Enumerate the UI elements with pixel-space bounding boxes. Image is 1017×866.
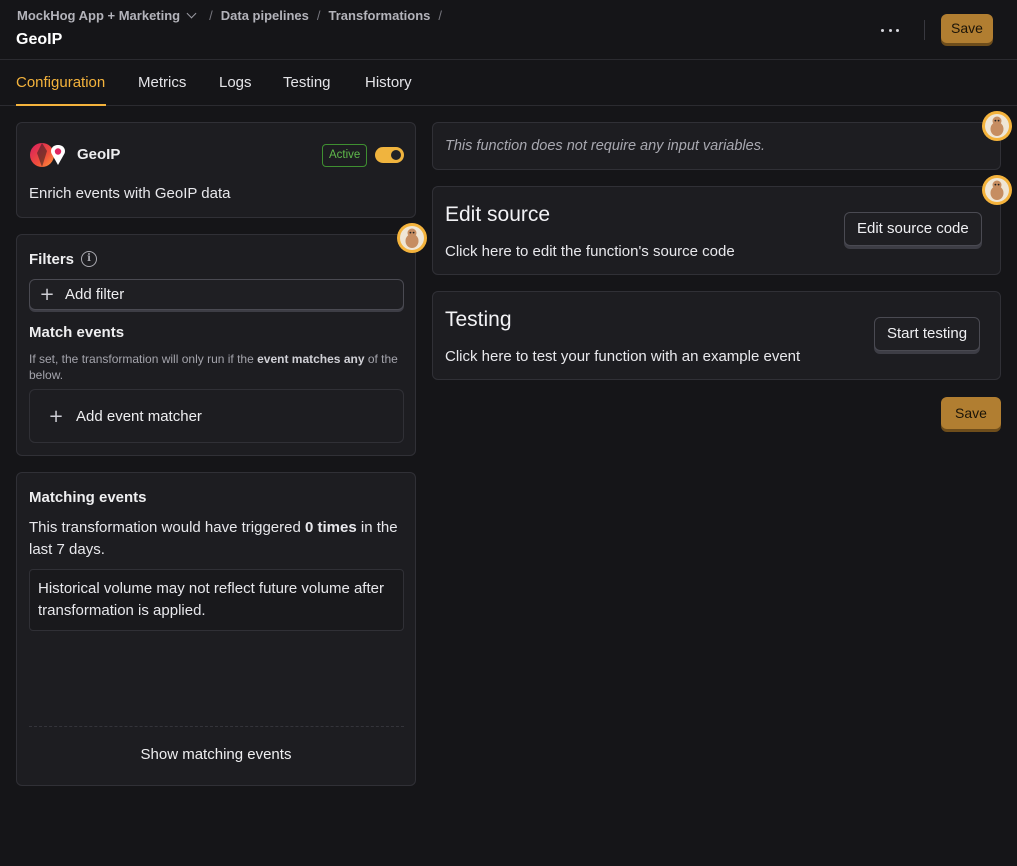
more-options-button[interactable]: [878, 20, 902, 40]
divider: [29, 726, 404, 727]
tab-history[interactable]: History: [365, 74, 412, 91]
active-tab-indicator: [16, 104, 106, 106]
hog-badge-icon[interactable]: [981, 174, 1013, 206]
hog-badge-icon[interactable]: [981, 110, 1013, 142]
testing-card: Testing Click here to test your function…: [432, 291, 1001, 380]
tab-configuration[interactable]: Configuration: [16, 74, 105, 91]
input-variables-card: This function does not require any input…: [432, 122, 1001, 170]
more-icon: [896, 28, 899, 32]
tab-bar: Configuration Metrics Logs Testing Histo…: [0, 60, 1017, 106]
more-icon: [881, 28, 884, 32]
breadcrumb-project-label: MockHog App + Marketing: [17, 8, 181, 23]
info-icon[interactable]: i: [81, 251, 97, 267]
edit-source-code-button[interactable]: Edit source code: [844, 212, 982, 246]
breadcrumb-separator: /: [438, 8, 442, 23]
breadcrumb-separator: /: [209, 8, 213, 23]
add-filter-button[interactable]: + Add filter: [29, 279, 404, 310]
save-button-bottom[interactable]: Save: [941, 397, 1001, 429]
tab-testing[interactable]: Testing: [283, 74, 331, 91]
testing-title: Testing: [445, 308, 512, 331]
app-info-card: GeoIP Active Enrich events with GeoIP da…: [16, 122, 416, 218]
breadcrumb-separator: /: [316, 8, 321, 23]
toggle-knob: [391, 150, 401, 160]
tab-metrics[interactable]: Metrics: [138, 74, 186, 91]
match-events-help: If set, the transformation will only run…: [29, 352, 398, 382]
matching-events-card: Matching events This transformation woul…: [16, 472, 416, 786]
app-description: Enrich events with GeoIP data: [29, 185, 231, 202]
header-divider: [924, 20, 925, 40]
start-testing-button[interactable]: Start testing: [874, 317, 981, 351]
plus-icon: +: [48, 405, 64, 427]
edit-source-title: Edit source: [445, 203, 551, 226]
breadcrumb-item-transformations[interactable]: Transformations: [329, 8, 431, 23]
app-name: GeoIP: [77, 146, 121, 163]
page-title: GeoIP: [16, 31, 63, 48]
historical-volume-note: Historical volume may not reflect future…: [29, 569, 404, 631]
status-badge: Active: [322, 144, 368, 167]
filters-title: Filters: [29, 251, 75, 268]
match-events-title: Match events: [29, 324, 125, 341]
no-input-variables-text: This function does not require any input…: [445, 138, 765, 154]
save-button[interactable]: Save: [941, 14, 993, 43]
matching-events-title: Matching events: [29, 489, 147, 506]
edit-source-card: Edit source Click here to edit the funct…: [432, 186, 1001, 275]
edit-source-subtitle: Click here to edit the function's source…: [445, 243, 735, 260]
add-event-matcher-button[interactable]: + Add event matcher: [29, 389, 404, 443]
hog-badge-icon[interactable]: [396, 222, 428, 254]
breadcrumb-project[interactable]: MockHog App + Marketing: [17, 8, 201, 23]
testing-subtitle: Click here to test your function with an…: [445, 348, 801, 365]
enable-toggle[interactable]: [375, 147, 404, 163]
tab-logs[interactable]: Logs: [219, 74, 252, 91]
chevron-down-icon: [186, 8, 197, 19]
geoip-logo: [30, 143, 65, 167]
show-matching-events-button[interactable]: Show matching events: [17, 746, 415, 763]
add-filter-label: Add filter: [65, 286, 125, 303]
breadcrumb: MockHog App + Marketing / Data pipelines…: [17, 8, 450, 23]
matching-events-text: This transformation would have triggered…: [29, 519, 398, 558]
more-icon: [888, 28, 892, 32]
top-bar: MockHog App + Marketing / Data pipelines…: [0, 0, 1017, 60]
breadcrumb-item-data-pipelines[interactable]: Data pipelines: [221, 8, 309, 23]
filters-card: Filters i + Add filter Match events If s…: [16, 234, 416, 456]
plus-icon: +: [39, 284, 55, 305]
add-event-matcher-label: Add event matcher: [76, 407, 202, 425]
